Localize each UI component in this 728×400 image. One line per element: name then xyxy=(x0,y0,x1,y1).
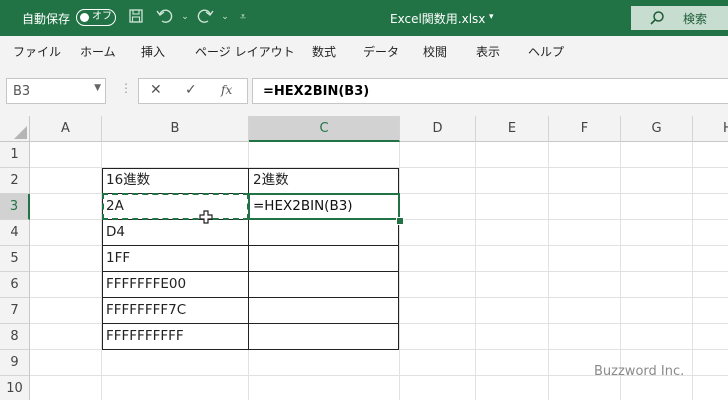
cancel-icon[interactable]: ✕ xyxy=(150,82,162,98)
column-header-f[interactable]: F xyxy=(549,116,621,142)
cell-b2[interactable]: 16進数 xyxy=(102,168,150,193)
cell-b4[interactable]: D4 xyxy=(102,220,125,245)
cell-c2[interactable]: 2進数 xyxy=(249,168,289,193)
fill-handle[interactable] xyxy=(396,217,404,225)
autosave-state: オフ xyxy=(92,11,112,22)
row-header-4[interactable]: 4 xyxy=(0,220,30,246)
cell-b7[interactable]: FFFFFFFF7C xyxy=(102,298,186,323)
enter-icon[interactable]: ✓ xyxy=(185,82,197,98)
file-name: Excel関数用.xlsx xyxy=(390,12,486,26)
cell-b5[interactable]: 1FF xyxy=(102,246,130,271)
active-cell-text: =HEX2BIN(B3) xyxy=(253,198,353,214)
undo-dropdown-icon[interactable]: ⌄ xyxy=(176,8,194,26)
name-box[interactable]: B3 ▼ xyxy=(6,78,106,104)
tab-help[interactable]: ヘルプ xyxy=(528,43,564,60)
select-all-corner[interactable] xyxy=(0,116,30,142)
column-header-h[interactable]: H xyxy=(693,116,728,142)
undo-icon[interactable] xyxy=(156,8,174,26)
formula-bar: B3 ▼ ⋮ ✕ ✓ fx =HEX2BIN(B3) xyxy=(0,66,728,116)
toggle-knob xyxy=(80,12,89,22)
row-header-3[interactable]: 3 xyxy=(0,194,30,220)
row-header-8[interactable]: 8 xyxy=(0,324,30,350)
tab-view[interactable]: 表示 xyxy=(476,43,500,60)
row-header-7[interactable]: 7 xyxy=(0,298,30,324)
row-header-9[interactable]: 9 xyxy=(0,350,30,376)
redo-icon[interactable] xyxy=(196,8,214,26)
cell-b8[interactable]: FFFFFFFFFF xyxy=(102,324,184,349)
insert-function-icon[interactable]: fx xyxy=(221,83,232,97)
active-cell-c3[interactable]: =HEX2BIN(B3) xyxy=(248,193,400,220)
save-icon[interactable] xyxy=(127,8,145,26)
column-header-e[interactable]: E xyxy=(476,116,549,142)
search-box[interactable]: 検索 xyxy=(631,6,728,30)
column-header-a[interactable]: A xyxy=(30,116,102,142)
tab-home[interactable]: ホーム xyxy=(80,43,116,60)
formula-buttons: ✕ ✓ fx xyxy=(138,78,248,104)
formula-input[interactable]: =HEX2BIN(B3) xyxy=(252,78,728,104)
name-box-value: B3 xyxy=(13,84,31,99)
customize-toolbar-icon[interactable]: ⩡ xyxy=(234,8,252,26)
tab-data[interactable]: データ xyxy=(363,43,399,60)
table-divider xyxy=(102,245,399,246)
search-label: 検索 xyxy=(683,12,708,26)
formula-bar-grip-icon: ⋮ xyxy=(120,81,132,95)
autosave-toggle[interactable]: オフ xyxy=(76,9,116,26)
cell-b6[interactable]: FFFFFFFE00 xyxy=(102,272,186,297)
reference-marquee xyxy=(102,193,249,220)
formula-text: =HEX2BIN(B3) xyxy=(263,84,370,99)
tab-review[interactable]: 校閲 xyxy=(423,43,447,60)
tab-page-layout[interactable]: ページ レイアウト xyxy=(195,43,295,60)
search-icon xyxy=(650,11,664,25)
tab-insert[interactable]: 挿入 xyxy=(141,43,165,60)
name-box-dropdown-icon[interactable]: ▼ xyxy=(94,83,101,93)
watermark: Buzzword Inc. xyxy=(594,364,685,379)
column-header-b[interactable]: B xyxy=(102,116,249,142)
ribbon-tabs: ファイル ホーム 挿入 ページ レイアウト 数式 データ 校閲 表示 ヘルプ xyxy=(0,36,728,66)
file-name-dropdown-icon[interactable]: ▾ xyxy=(489,12,494,22)
worksheet-grid[interactable]: A B C D E F G H 1 2 3 4 5 6 7 8 9 10 16進… xyxy=(0,116,728,400)
column-header-g[interactable]: G xyxy=(621,116,693,142)
title-bar: 自動保存 オフ ⌄ ⌄ ⩡ Excel関数用.xlsx ▾ 検索 xyxy=(0,0,728,36)
redo-dropdown-icon[interactable]: ⌄ xyxy=(216,8,234,26)
column-header-d[interactable]: D xyxy=(400,116,476,142)
row-header-2[interactable]: 2 xyxy=(0,168,30,194)
autosave-label: 自動保存 xyxy=(22,12,71,26)
tab-file[interactable]: ファイル xyxy=(13,43,61,60)
row-header-1[interactable]: 1 xyxy=(0,142,30,168)
row-header-6[interactable]: 6 xyxy=(0,272,30,298)
row-header-10[interactable]: 10 xyxy=(0,376,30,400)
column-header-c[interactable]: C xyxy=(249,116,400,142)
row-header-5[interactable]: 5 xyxy=(0,246,30,272)
cell-cursor-icon xyxy=(199,210,213,224)
tab-formulas[interactable]: 数式 xyxy=(312,43,336,60)
